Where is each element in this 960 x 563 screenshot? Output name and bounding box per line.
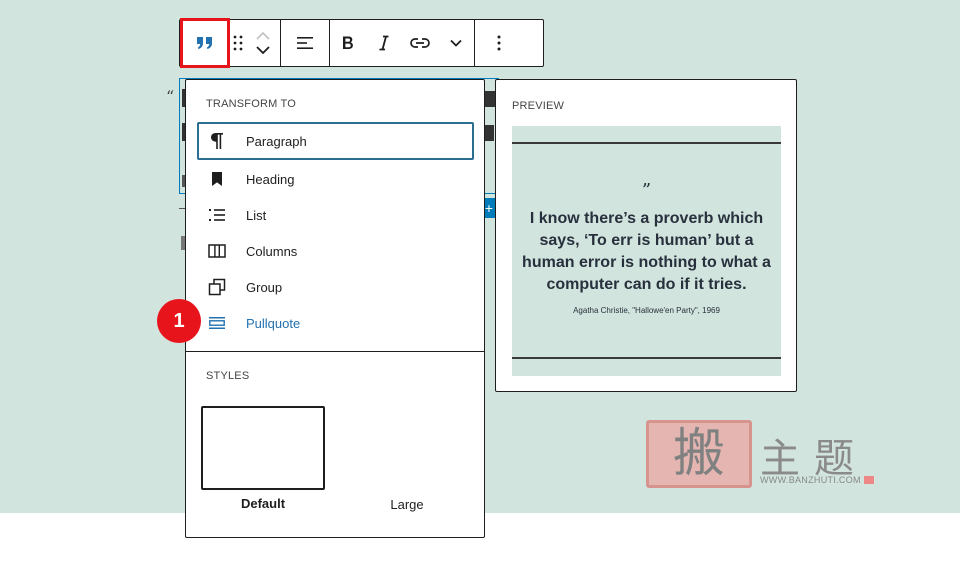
bookmark-icon (207, 169, 227, 189)
transform-item-columns[interactable]: Columns (197, 233, 474, 269)
pullquote-icon (207, 313, 227, 333)
link-button[interactable] (402, 20, 438, 66)
italic-icon (378, 35, 390, 51)
transform-item-group[interactable]: Group (197, 269, 474, 305)
bold-icon (341, 35, 355, 51)
drag-handle-button[interactable] (230, 20, 246, 66)
formatting-group (330, 20, 475, 66)
quote-icon (195, 35, 215, 51)
group-icon (207, 277, 227, 297)
chevron-up-icon[interactable] (256, 32, 270, 40)
transform-item-paragraph[interactable]: Paragraph (197, 122, 474, 160)
style-option-large-label[interactable]: Large (345, 497, 469, 512)
alignment-group (281, 20, 330, 66)
transform-item-label: Pullquote (246, 315, 301, 331)
step-number-badge: 1 (157, 299, 201, 343)
transform-section-title: TRANSFORM TO (206, 98, 296, 110)
chevron-down-icon[interactable] (256, 46, 270, 54)
pullquote-top-border (512, 142, 781, 144)
transform-item-label: List (246, 207, 267, 223)
transform-item-label: Heading (246, 171, 295, 187)
link-icon (410, 37, 430, 49)
watermark-url: WWW.BANZHUTI.COM (760, 475, 861, 485)
preview-title: PREVIEW (512, 100, 565, 112)
transform-item-label: Paragraph (246, 133, 307, 149)
quote-mark-glyph: “ (166, 87, 175, 106)
watermark: 搬 主题 WWW.BANZHUTI.COM (646, 420, 878, 490)
block-toolbar (179, 18, 544, 68)
transform-item-heading[interactable]: Heading (197, 161, 474, 197)
quote-text-fragment (484, 125, 494, 141)
transform-item-pullquote[interactable]: Pullquote (197, 305, 474, 341)
bold-button[interactable] (330, 20, 366, 66)
align-icon (296, 35, 314, 51)
watermark-accent (864, 476, 874, 484)
pullquote-mark: ” (641, 180, 652, 201)
drag-handle-icon (233, 35, 243, 51)
italic-button[interactable] (366, 20, 402, 66)
block-switcher-group (180, 18, 281, 68)
popover-divider (186, 351, 484, 352)
paragraph-icon (207, 131, 227, 151)
styles-section-title: STYLES (206, 370, 250, 382)
preview-panel: PREVIEW ” I know there’s a proverb which… (495, 79, 797, 392)
chevron-down-icon (450, 39, 462, 47)
block-switcher-button[interactable] (180, 18, 230, 68)
style-option-default-label[interactable]: Default (201, 496, 325, 511)
pullquote-citation: Agatha Christie, "Hallowe'en Party", 196… (573, 306, 720, 315)
style-option-default-preview[interactable] (201, 406, 325, 490)
pullquote-bottom-border (512, 357, 781, 359)
more-vertical-icon (497, 35, 501, 51)
watermark-stamp: 搬 (646, 420, 752, 488)
transform-item-label: Group (246, 279, 283, 295)
more-formats-button[interactable] (438, 20, 474, 66)
pullquote-text: I know there’s a proverb which says, ‘To… (522, 210, 771, 293)
block-mover (246, 20, 280, 66)
transform-item-label: Columns (246, 243, 298, 259)
transform-item-list[interactable]: List (197, 197, 474, 233)
align-button[interactable] (281, 20, 329, 66)
columns-icon (207, 241, 227, 261)
options-group (475, 20, 523, 66)
list-icon (207, 205, 227, 225)
pullquote-preview: ” I know there’s a proverb which says, ‘… (512, 126, 781, 376)
transform-popover: TRANSFORM TO Paragraph Heading List Colu… (185, 79, 485, 538)
options-button[interactable] (475, 20, 523, 66)
